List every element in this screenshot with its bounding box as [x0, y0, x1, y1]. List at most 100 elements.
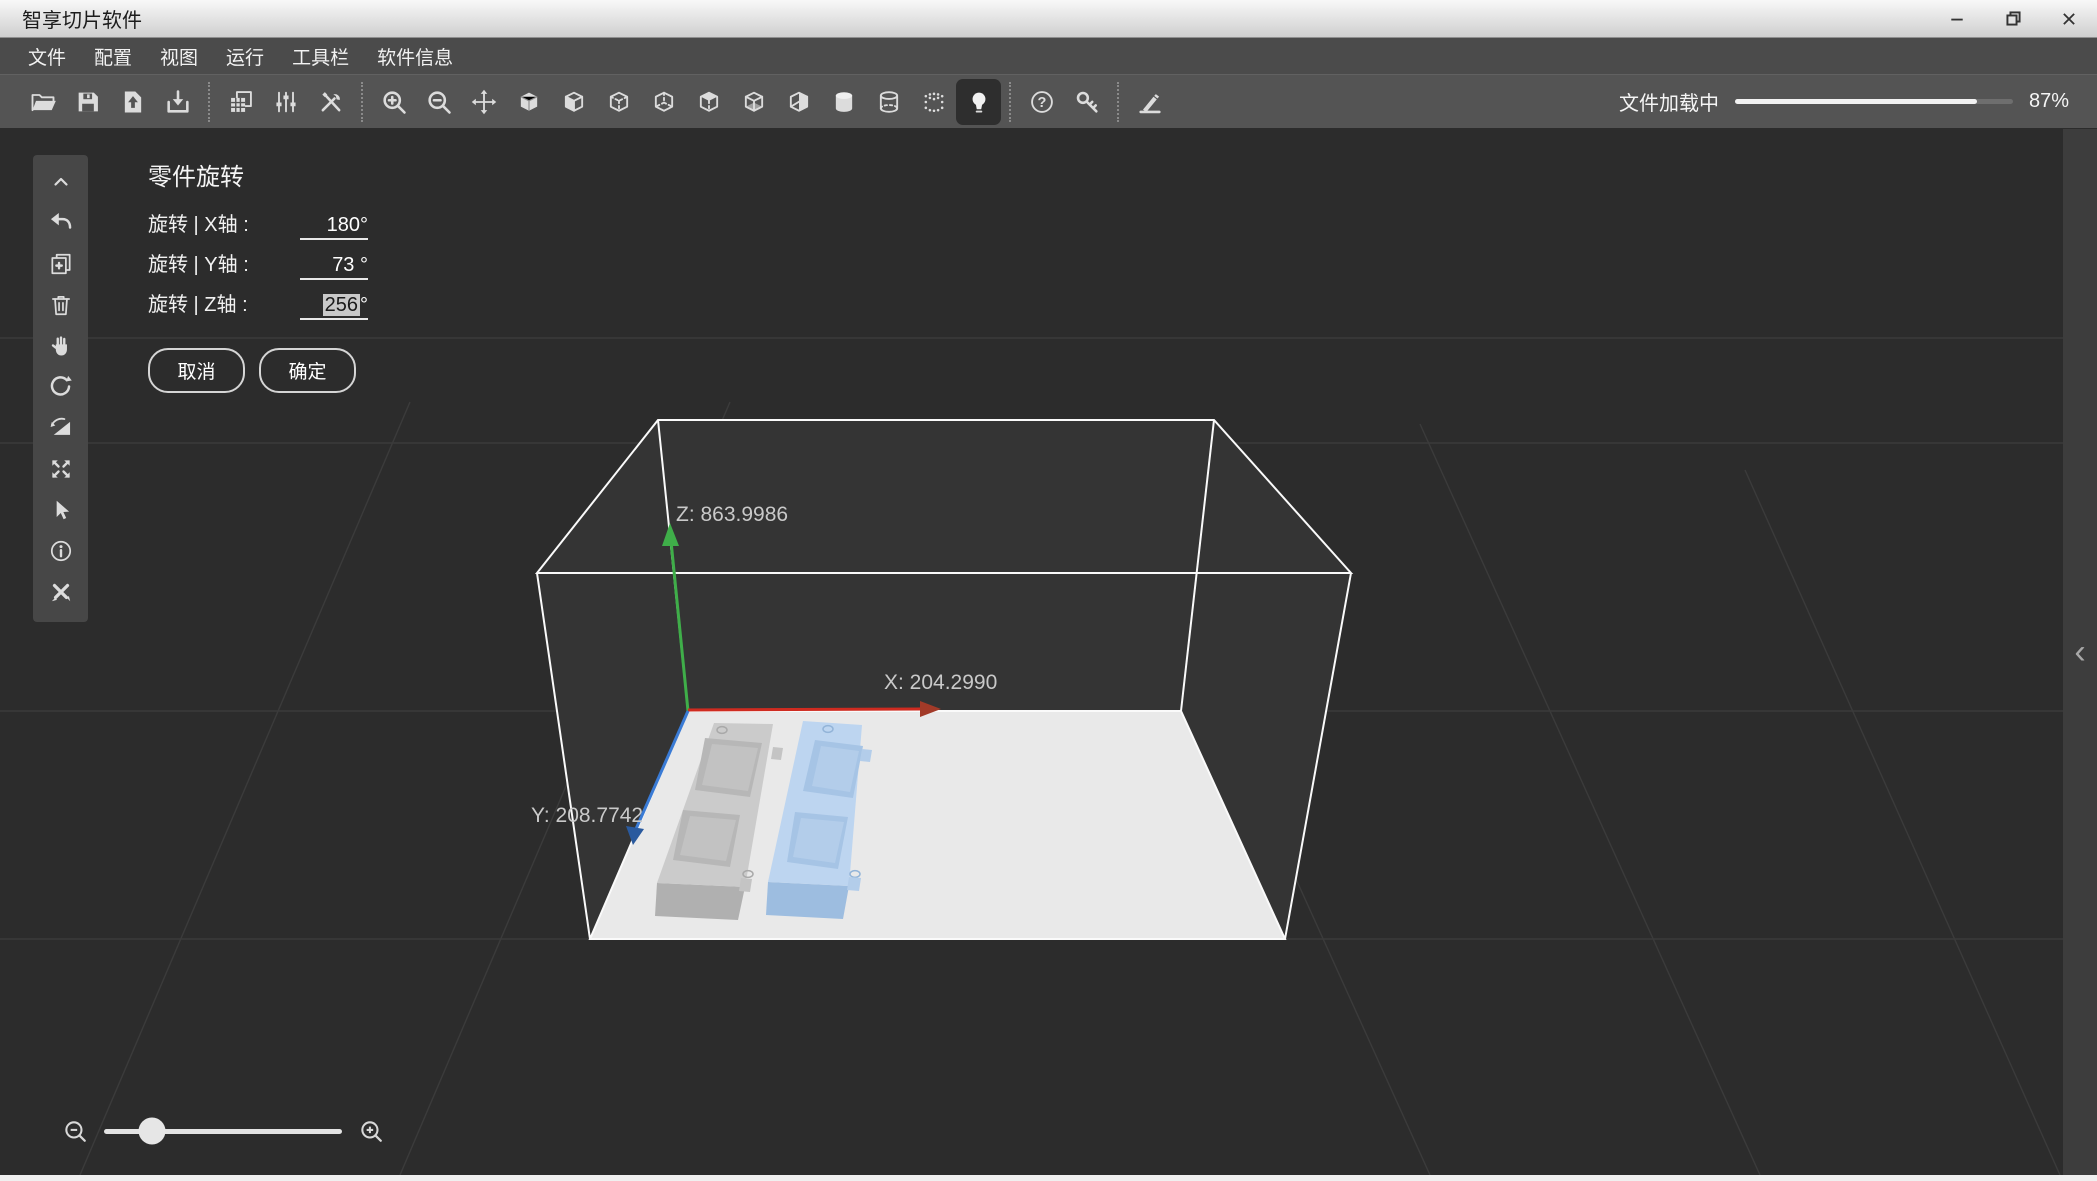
rotate-z-row: 旋转 | Z轴 : 256 ° — [148, 288, 368, 328]
view-cube-solid-icon — [520, 92, 537, 111]
file-loading-progress: 文件加载中 87% — [1619, 87, 2069, 116]
pan-hand-button[interactable] — [40, 325, 82, 366]
help-icon: ? — [1030, 90, 1053, 113]
progress-track — [1734, 99, 2013, 104]
delete-part-button[interactable] — [40, 284, 82, 325]
undo-button[interactable] — [40, 202, 82, 243]
z-axis-label: Z: 863.9986 — [676, 503, 788, 526]
menu-file[interactable]: 文件 — [28, 43, 66, 70]
menu-view[interactable]: 视图 — [160, 43, 198, 70]
panel-buttons: 取消 确定 — [148, 348, 368, 393]
panel-title: 零件旋转 — [148, 164, 244, 191]
rotate-view-button[interactable] — [40, 366, 82, 407]
menu-about[interactable]: 软件信息 — [377, 43, 453, 70]
menu-run[interactable]: 运行 — [226, 43, 264, 70]
zoom-in-button[interactable] — [371, 79, 416, 125]
view-cube-wire-b-button[interactable] — [641, 79, 686, 125]
export-model-button[interactable] — [155, 79, 200, 125]
undo-icon — [50, 212, 72, 229]
menu-config[interactable]: 配置 — [94, 43, 132, 70]
part-rotation-panel: 零件旋转 旋转 | X轴 : 180° 旋转 | Y轴 : 73 ° 旋转 | … — [148, 157, 368, 393]
view-point-cloud-button[interactable] — [911, 79, 956, 125]
repair-part-button[interactable] — [40, 571, 82, 612]
progress-percent: 87% — [2028, 90, 2069, 112]
view-cube-face-button[interactable] — [551, 79, 596, 125]
view-cube-solid-button[interactable] — [506, 79, 551, 125]
view-cube-wire-d-icon — [744, 91, 763, 112]
cursor-icon — [56, 500, 69, 519]
right-panel-strip: ‹ — [2063, 129, 2097, 1175]
restore-icon — [2005, 11, 2021, 26]
view-cylinder-wire-button[interactable] — [866, 79, 911, 125]
progress-fill — [1734, 99, 1977, 104]
close-icon — [2063, 12, 2075, 25]
view-cube-section-button[interactable] — [776, 79, 821, 125]
view-cylinder-solid-button[interactable] — [821, 79, 866, 125]
panel-collapse-chevron[interactable]: ‹ — [2074, 635, 2085, 669]
view-cube-wire-d-button[interactable] — [731, 79, 776, 125]
zoom-in-icon — [382, 90, 406, 114]
window-title: 智享切片软件 — [22, 10, 142, 32]
zoom-out-icon — [427, 90, 451, 114]
license-key-button[interactable] — [1064, 79, 1109, 125]
toolbar-separator — [208, 81, 210, 122]
progress-label: 文件加载中 — [1618, 93, 1719, 115]
bottom-edge-bar — [0, 1175, 2097, 1181]
rotate-ccw-icon — [50, 375, 72, 396]
close-button[interactable] — [2041, 0, 2097, 37]
zoom-in-icon[interactable] — [358, 1118, 384, 1144]
title-bar: 智享切片软件 — [0, 0, 2097, 38]
zoom-out-icon[interactable] — [62, 1118, 88, 1144]
part-info-button[interactable] — [40, 530, 82, 571]
rotate-z-input[interactable]: 256 ° — [300, 294, 368, 320]
import-model-icon — [124, 91, 141, 112]
tools-button[interactable] — [308, 79, 353, 125]
view-point-cloud-icon — [924, 92, 943, 112]
rotate-x-input[interactable]: 180° — [300, 214, 368, 240]
menu-bar: 文件 配置 视图 运行 工具栏 软件信息 — [0, 38, 2097, 75]
move-icon — [471, 89, 496, 114]
adjust-params-button[interactable] — [263, 79, 308, 125]
minimize-button[interactable] — [1929, 0, 1985, 37]
app-window: 智享切片软件 文件 配置 视图 运行 工具栏 软件信息 ? 文件加载中 87% … — [0, 0, 2097, 1181]
confirm-button[interactable]: 确定 — [259, 348, 356, 393]
adjust-params-icon — [275, 91, 296, 112]
measure-pen-button[interactable] — [1127, 79, 1172, 125]
add-part-button[interactable] — [40, 243, 82, 284]
rotate-z-value: 256 — [322, 294, 360, 316]
view-cube-wire-c-icon — [699, 91, 718, 112]
import-model-button[interactable] — [110, 79, 155, 125]
help-button[interactable]: ? — [1019, 79, 1064, 125]
crossed-tools-icon — [51, 583, 70, 601]
viewport-area: Z: 863.9986 X: 204.2990 Y: 208.7742 零件旋转… — [0, 129, 2097, 1175]
minimize-icon — [1951, 18, 1963, 20]
zoom-slider-thumb[interactable] — [138, 1117, 166, 1145]
restore-button[interactable] — [1985, 0, 2041, 37]
tools-icon — [321, 91, 340, 111]
side-tool-strip — [33, 155, 88, 622]
view-cube-section-icon — [789, 91, 808, 112]
zoom-slider[interactable] — [104, 1117, 342, 1145]
mirror-part-button[interactable] — [40, 407, 82, 448]
cancel-button[interactable]: 取消 — [148, 348, 245, 393]
view-cube-wire-c-button[interactable] — [686, 79, 731, 125]
fit-view-button[interactable] — [40, 448, 82, 489]
save-file-button[interactable] — [65, 79, 110, 125]
zoom-out-button[interactable] — [416, 79, 461, 125]
chevron-up-icon — [53, 177, 68, 186]
open-file-button[interactable] — [20, 79, 65, 125]
menu-toolbar[interactable]: 工具栏 — [292, 43, 349, 70]
rotate-x-row: 旋转 | X轴 : 180° — [148, 208, 368, 248]
rotate-y-input[interactable]: 73 ° — [300, 254, 368, 280]
copy-plate-button[interactable] — [218, 79, 263, 125]
copy-plate-icon — [230, 90, 252, 112]
light-toggle-button[interactable] — [956, 78, 1001, 125]
select-cursor-button[interactable] — [40, 489, 82, 530]
rotate-y-row: 旋转 | Y轴 : 73 ° — [148, 248, 368, 288]
toolbar-separator — [361, 81, 363, 122]
collapse-up-button[interactable] — [40, 161, 82, 202]
add-document-icon — [50, 253, 71, 274]
view-cube-wire-b-icon — [654, 91, 673, 112]
move-button[interactable] — [461, 79, 506, 125]
view-cube-wire-a-button[interactable] — [596, 79, 641, 125]
